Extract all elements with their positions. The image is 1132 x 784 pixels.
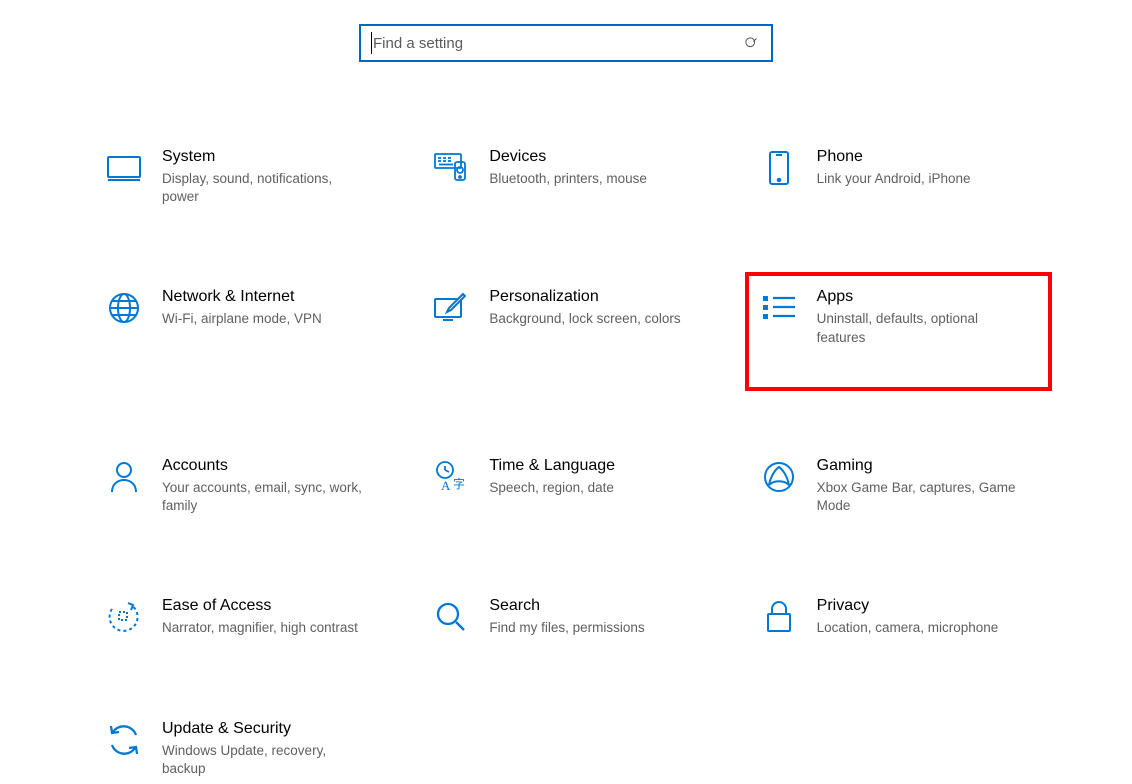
tile-apps[interactable]: Apps Uninstall, defaults, optional featu… [755, 282, 1042, 380]
tile-desc: Xbox Game Bar, captures, Game Mode [817, 479, 1027, 515]
tile-network[interactable]: Network & Internet Wi-Fi, airplane mode,… [100, 282, 387, 380]
time-language-icon: A 字 [433, 459, 469, 495]
gaming-icon [761, 459, 797, 495]
tile-desc: Display, sound, notifications, power [162, 170, 372, 206]
svg-text:A: A [441, 478, 451, 493]
ease-of-access-icon [106, 599, 142, 635]
lock-icon [761, 599, 797, 635]
tile-desc: Speech, region, date [489, 479, 615, 497]
tile-privacy[interactable]: Privacy Location, camera, microphone [755, 591, 1042, 643]
tile-title: System [162, 148, 372, 166]
tile-personalization[interactable]: Personalization Background, lock screen,… [427, 282, 714, 380]
tile-title: Search [489, 597, 644, 615]
tile-title: Accounts [162, 457, 372, 475]
tile-title: Privacy [817, 597, 999, 615]
tile-title: Personalization [489, 288, 680, 306]
tile-title: Time & Language [489, 457, 615, 475]
text-caret [371, 32, 372, 54]
search-box[interactable] [359, 24, 773, 62]
search-tile-icon [433, 599, 469, 635]
globe-icon [106, 290, 142, 326]
tile-title: Gaming [817, 457, 1027, 475]
tile-title: Update & Security [162, 720, 372, 738]
accounts-icon [106, 459, 142, 495]
tile-desc: Bluetooth, printers, mouse [489, 170, 647, 188]
system-icon [106, 150, 142, 186]
tile-devices[interactable]: Devices Bluetooth, printers, mouse [427, 142, 714, 212]
apps-icon [761, 290, 797, 326]
tile-title: Apps [817, 288, 1027, 306]
tile-title: Devices [489, 148, 647, 166]
tile-title: Ease of Access [162, 597, 358, 615]
tile-desc: Find my files, permissions [489, 619, 644, 637]
tile-desc: Link your Android, iPhone [817, 170, 971, 188]
tile-search[interactable]: Search Find my files, permissions [427, 591, 714, 643]
tile-desc: Your accounts, email, sync, work, family [162, 479, 372, 515]
phone-icon [761, 150, 797, 186]
tile-time-language[interactable]: A 字 Time & Language Speech, region, date [427, 451, 714, 521]
tile-desc: Uninstall, defaults, optional features [817, 310, 1027, 346]
tile-desc: Narrator, magnifier, high contrast [162, 619, 358, 637]
settings-grid: System Display, sound, notifications, po… [50, 142, 1082, 784]
devices-icon [433, 150, 469, 186]
tile-title: Network & Internet [162, 288, 322, 306]
search-input[interactable] [371, 34, 741, 53]
svg-text:字: 字 [453, 476, 465, 491]
tile-update-security[interactable]: Update & Security Windows Update, recove… [100, 714, 387, 784]
tile-title: Phone [817, 148, 971, 166]
tile-system[interactable]: System Display, sound, notifications, po… [100, 142, 387, 212]
tile-desc: Background, lock screen, colors [489, 310, 680, 328]
tile-accounts[interactable]: Accounts Your accounts, email, sync, wor… [100, 451, 387, 521]
update-icon [106, 722, 142, 758]
tile-ease-of-access[interactable]: Ease of Access Narrator, magnifier, high… [100, 591, 387, 643]
tile-desc: Wi-Fi, airplane mode, VPN [162, 310, 322, 328]
search-icon [741, 36, 761, 51]
search-area [50, 0, 1082, 142]
personalization-icon [433, 290, 469, 326]
tile-gaming[interactable]: Gaming Xbox Game Bar, captures, Game Mod… [755, 451, 1042, 521]
tile-phone[interactable]: Phone Link your Android, iPhone [755, 142, 1042, 212]
tile-desc: Location, camera, microphone [817, 619, 999, 637]
